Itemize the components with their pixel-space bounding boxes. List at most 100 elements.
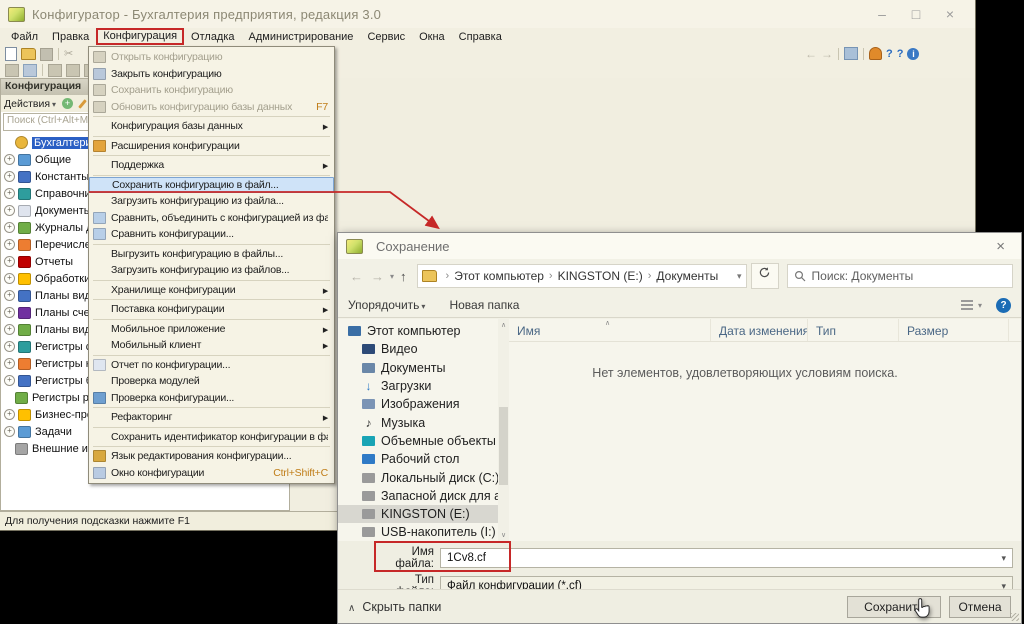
redo-icon[interactable] [821, 48, 833, 60]
cut-icon[interactable]: ✂ [64, 48, 73, 60]
scrollbar-thumb[interactable] [499, 407, 508, 485]
add-icon[interactable]: + [62, 98, 73, 109]
menu-item[interactable]: Проверка конфигурации... [89, 390, 334, 407]
menu-item[interactable]: Сравнить конфигурации... [89, 226, 334, 243]
open-file-icon[interactable] [21, 48, 36, 60]
menu-item[interactable]: Загрузить конфигурацию из файлов... [89, 262, 334, 279]
nav-tree-item[interactable]: ♪Музыка [338, 413, 498, 431]
expand-icon[interactable]: + [4, 188, 15, 199]
menu-item[interactable]: Закрыть конфигурацию [89, 66, 334, 83]
expand-icon[interactable]: + [4, 222, 15, 233]
resize-grip[interactable] [1011, 613, 1019, 621]
config-store-icon[interactable] [23, 64, 37, 77]
expand-icon[interactable]: + [4, 205, 15, 216]
nav-tree-item[interactable]: Документы [338, 359, 498, 377]
config-db-icon[interactable] [5, 64, 19, 77]
maximize-button[interactable]: □ [899, 1, 933, 27]
nav-tree-item[interactable]: Этот компьютер [338, 322, 498, 340]
edit-pencil-icon[interactable] [78, 99, 87, 109]
menu-item[interactable]: Конфигурация базы данных [89, 118, 334, 135]
close-button[interactable]: × [933, 1, 967, 27]
menu-item[interactable]: Проверка модулей [89, 373, 334, 390]
file-name-input[interactable]: 1Cv8.cf [440, 548, 1013, 568]
expand-icon[interactable]: + [4, 273, 15, 284]
actions-menu-button[interactable]: Действия [4, 98, 56, 110]
menubar-item[interactable]: Сервис [360, 30, 412, 45]
nav-tree-item[interactable]: Запасной диск для а [338, 487, 498, 505]
menu-item[interactable]: Загрузить конфигурацию из файла... [89, 193, 334, 210]
menu-item[interactable]: Выгрузить конфигурацию в файлы... [89, 246, 334, 263]
nav-tree-item[interactable]: ↓Загрузки [338, 377, 498, 395]
menu-item[interactable]: Рефакторинг [89, 409, 334, 426]
menubar-item[interactable]: Конфигурация [96, 28, 184, 45]
address-dropdown-icon[interactable] [737, 271, 742, 282]
nav-tree-item[interactable]: Локальный диск (C:) [338, 468, 498, 486]
menubar-item[interactable]: Справка [452, 30, 509, 45]
up-icon[interactable] [400, 269, 407, 284]
menu-item[interactable]: Хранилище конфигурации [89, 282, 334, 299]
view-list-icon[interactable] [961, 300, 973, 311]
menu-item[interactable]: Отчет по конфигурации... [89, 357, 334, 374]
menu-item[interactable]: Сохранить конфигурацию [89, 82, 334, 99]
config-compare-icon[interactable] [66, 64, 80, 77]
syntax-check-icon[interactable]: ? [886, 48, 893, 60]
expand-icon[interactable]: + [4, 171, 15, 182]
menu-item[interactable]: Поддержка [89, 157, 334, 174]
save-button[interactable]: Сохранить [847, 596, 941, 618]
recent-locations-icon[interactable] [390, 272, 394, 281]
nav-tree-item[interactable]: KINGSTON (E:) [338, 505, 498, 523]
menubar-item[interactable]: Администрирование [242, 30, 361, 45]
file-name-dropdown-icon[interactable] [1001, 553, 1006, 564]
menu-item[interactable]: Мобильный клиент [89, 337, 334, 354]
expand-icon[interactable]: + [4, 256, 15, 267]
cancel-button[interactable]: Отмена [949, 596, 1011, 618]
menu-item[interactable]: Мобильное приложение [89, 321, 334, 338]
expand-icon[interactable]: + [4, 290, 15, 301]
view-dropdown-icon[interactable] [978, 301, 982, 310]
new-folder-button[interactable]: Новая папка [449, 298, 519, 312]
menu-item[interactable]: Окно конфигурацииCtrl+Shift+C [89, 465, 334, 482]
menu-item[interactable]: Открыть конфигурацию [89, 49, 334, 66]
expand-icon[interactable]: + [4, 358, 15, 369]
column-header[interactable]: Размер [899, 319, 1009, 341]
scroll-down-icon[interactable]: ∨ [498, 531, 509, 539]
info-icon[interactable]: i [907, 48, 919, 60]
undo-icon[interactable] [805, 48, 817, 60]
menubar-item[interactable]: Файл [4, 30, 45, 45]
nav-tree-item[interactable]: Объемные объекты [338, 432, 498, 450]
expand-icon[interactable]: + [4, 239, 15, 250]
forward-icon[interactable] [371, 269, 384, 284]
menubar-item[interactable]: Окна [412, 30, 452, 45]
expand-icon[interactable]: + [4, 375, 15, 386]
expand-icon[interactable]: + [4, 426, 15, 437]
new-document-icon[interactable] [5, 47, 17, 61]
organize-button[interactable]: Упорядочить [348, 298, 425, 312]
menu-item[interactable]: Поставка конфигурации [89, 301, 334, 318]
tree-scrollbar[interactable]: ∧ ∨ [498, 319, 509, 541]
menubar-item[interactable]: Отладка [184, 30, 241, 45]
refresh-button[interactable] [751, 263, 779, 289]
menu-item[interactable]: Сохранить конфигурацию в файл... [89, 177, 334, 194]
expand-icon[interactable]: + [4, 324, 15, 335]
menu-item[interactable]: Расширения конфигурации [89, 138, 334, 155]
hide-folders-button[interactable]: Скрыть папки [348, 600, 441, 614]
nav-tree-item[interactable]: Изображения [338, 395, 498, 413]
save-file-icon[interactable] [40, 48, 53, 61]
user-icon[interactable] [869, 47, 882, 60]
menu-item[interactable]: Сохранить идентификатор конфигурации в ф… [89, 429, 334, 446]
help-icon[interactable]: ? [996, 298, 1011, 313]
expand-icon[interactable]: + [4, 409, 15, 420]
expand-icon[interactable]: + [4, 154, 15, 165]
copy-icon[interactable] [844, 47, 858, 60]
menu-item[interactable]: Обновить конфигурацию базы данныхF7 [89, 99, 334, 116]
dialog-close-button[interactable]: × [988, 238, 1013, 255]
search-input[interactable]: Поиск: Документы [787, 264, 1013, 288]
nav-tree-item[interactable]: USB-накопитель (I:) [338, 523, 498, 541]
column-header[interactable]: Тип [808, 319, 899, 341]
address-bar[interactable]: ›Этот компьютер›KINGSTON (E:)›Документы [417, 264, 747, 288]
config-save-icon[interactable] [48, 64, 62, 77]
breadcrumb-segment[interactable]: Документы [654, 269, 720, 283]
scroll-up-icon[interactable]: ∧ [498, 321, 509, 329]
column-header[interactable]: Дата изменения [711, 319, 808, 341]
expand-icon[interactable]: + [4, 341, 15, 352]
